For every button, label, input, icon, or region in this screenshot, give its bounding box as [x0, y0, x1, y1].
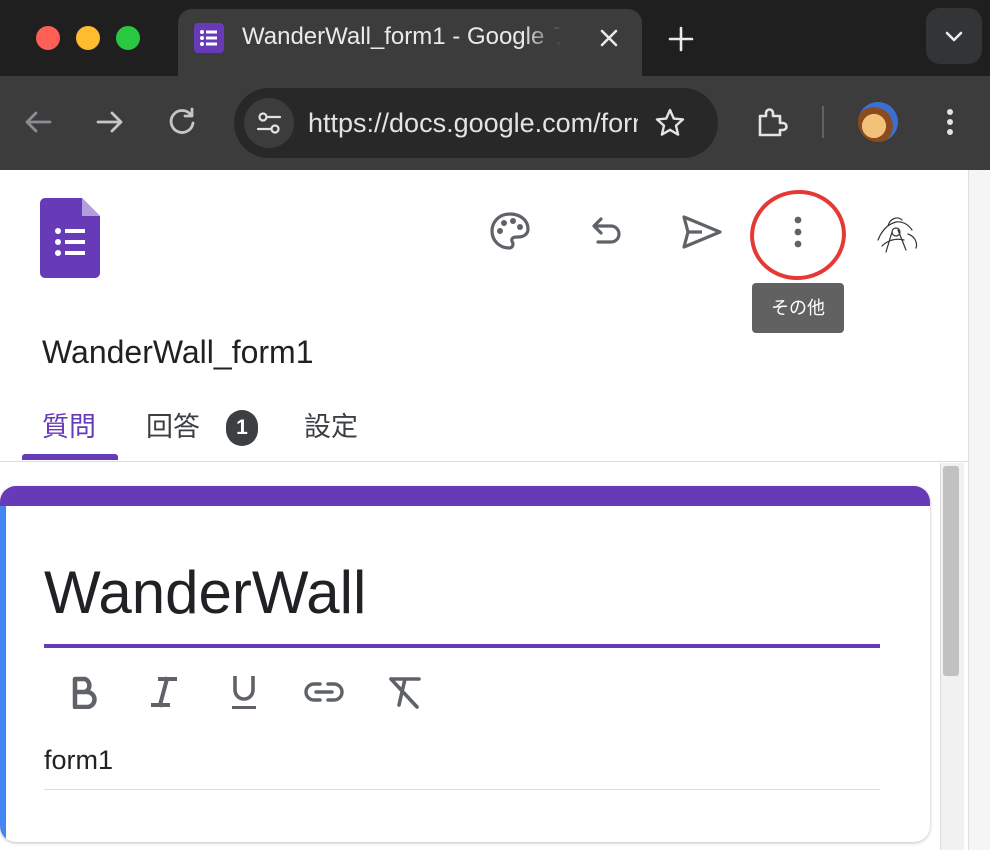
form-title-input[interactable]: WanderWall	[44, 546, 880, 640]
more-tooltip: その他	[752, 283, 844, 333]
form-title-card: WanderWall form1	[0, 486, 930, 842]
tab-close-icon[interactable]	[594, 23, 624, 53]
new-tab-plus-icon[interactable]	[664, 22, 698, 56]
browser-toolbar: https://docs.google.com/forms/d/e/edit	[0, 76, 990, 170]
browser-titlebar: WanderWall_form1 - Google フォーム	[0, 0, 990, 76]
form-file-name[interactable]: WanderWall_form1	[42, 332, 313, 372]
bookmark-star-icon[interactable]	[654, 107, 686, 139]
address-bar[interactable]: https://docs.google.com/forms/d/e/edit	[234, 88, 718, 158]
responses-count-badge: 1	[226, 410, 258, 446]
page-scrollbar[interactable]	[968, 170, 990, 850]
chrome-menu-more-vert-icon[interactable]	[936, 104, 964, 140]
site-settings-tune-icon[interactable]	[244, 98, 294, 148]
underline-icon[interactable]	[222, 670, 266, 714]
description-underline	[44, 789, 880, 790]
url-text[interactable]: https://docs.google.com/forms/d/e/edit	[308, 105, 638, 141]
undo-icon[interactable]	[584, 210, 628, 254]
italic-icon[interactable]	[142, 670, 186, 714]
red-highlight-circle	[744, 183, 852, 287]
tab-questions[interactable]: 質問	[42, 398, 96, 456]
link-icon[interactable]	[302, 670, 346, 714]
chevron-down-icon	[945, 31, 963, 42]
profile-avatar[interactable]	[858, 102, 898, 142]
tab-settings[interactable]: 設定	[304, 398, 358, 456]
reload-icon[interactable]	[164, 104, 200, 140]
google-forms-logo-icon[interactable]	[40, 198, 100, 278]
browser-tab[interactable]: WanderWall_form1 - Google フォーム	[178, 9, 642, 76]
bold-icon[interactable]	[62, 670, 106, 714]
card-accent-bar	[0, 486, 930, 506]
content-scrollbar-thumb[interactable]	[943, 466, 959, 676]
toolbar-divider	[822, 106, 824, 138]
tab-title: WanderWall_form1 - Google フォーム	[242, 23, 562, 50]
card-focus-bar	[0, 506, 6, 842]
extensions-puzzle-icon[interactable]	[754, 104, 790, 140]
forms-favicon-icon	[194, 23, 224, 53]
tab-responses[interactable]: 回答	[146, 398, 200, 456]
clear-format-icon[interactable]	[382, 670, 426, 714]
tab-search-button[interactable]	[926, 8, 982, 64]
forms-header: その他 WanderWall_form1 質問 回答 1 設定	[0, 170, 968, 462]
title-focus-underline	[44, 644, 880, 648]
palette-icon[interactable]	[488, 210, 532, 254]
forward-arrow-icon[interactable]	[92, 104, 128, 140]
window-zoom-button[interactable]	[116, 26, 140, 50]
window-close-button[interactable]	[36, 26, 60, 50]
window-minimize-button[interactable]	[76, 26, 100, 50]
form-description-input[interactable]: form1	[44, 742, 880, 778]
send-icon[interactable]	[680, 210, 724, 254]
account-avatar-illustration[interactable]	[868, 210, 924, 258]
back-arrow-icon[interactable]	[20, 104, 56, 140]
active-tab-indicator	[22, 454, 118, 460]
